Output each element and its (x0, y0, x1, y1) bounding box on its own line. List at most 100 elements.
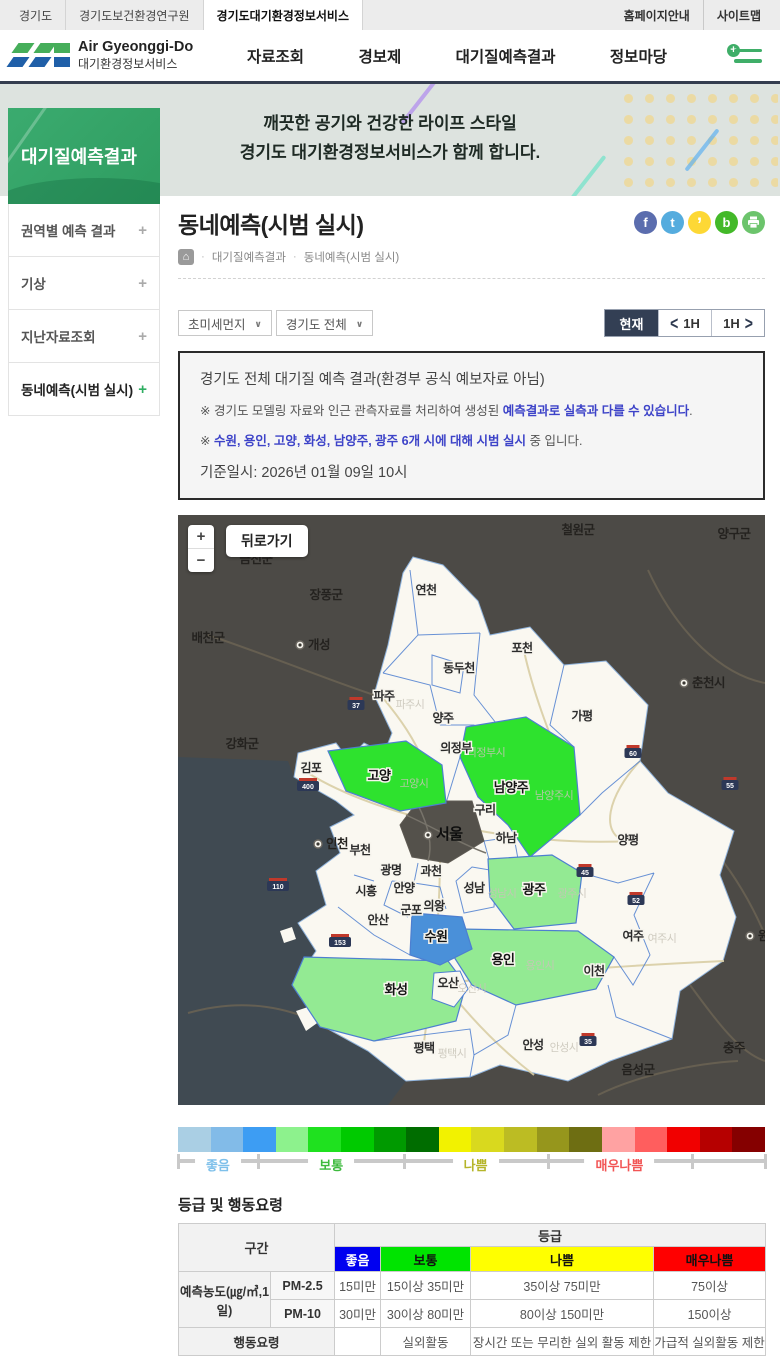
homepage-guide-link[interactable]: 홈페이지안내 (611, 0, 703, 30)
legend-color-bar (178, 1127, 765, 1152)
nav-info-plaza[interactable]: 정보마당 (600, 41, 677, 71)
map-label-평택시: 평택시 (438, 1047, 467, 1060)
expand-plus-icon[interactable]: + (138, 328, 147, 345)
grade-header: 등급 (335, 1224, 766, 1247)
sitemap-link[interactable]: 사이트맵 (703, 0, 774, 30)
legend-color-segment (178, 1127, 211, 1152)
map-label-평택: 평택 (413, 1040, 434, 1055)
kakaostory-share-icon[interactable]: ’ (688, 211, 711, 234)
map-back-button[interactable]: 뒤로가기 (226, 525, 308, 557)
map-label-안성시: 안성시 (550, 1041, 579, 1054)
nav-forecast-result[interactable]: 대기질예측결과 (446, 41, 566, 71)
legend-tick (177, 1154, 180, 1169)
pm10-bad-range: 80이상 150미만 (471, 1300, 654, 1328)
time-current-button[interactable]: 현재 (605, 310, 658, 336)
expand-plus-icon[interactable]: + (138, 275, 147, 292)
map-label-강화군: 강화군 (225, 736, 259, 751)
legend-color-segment (537, 1127, 570, 1152)
action-bad: 장시간 또는 무리한 실외 활동 제한 (471, 1328, 654, 1356)
time-next-hour-button[interactable]: 1H > (711, 310, 764, 336)
print-icon[interactable] (742, 211, 765, 234)
map-label-남양주시: 남양주시 (535, 789, 573, 802)
all-menu-button[interactable] (732, 46, 762, 66)
logo[interactable]: Air Gyeonggi-Do 대기환경정보서비스 (10, 39, 195, 73)
action-row-label: 행동요령 (179, 1328, 335, 1356)
chevron-down-icon (246, 316, 262, 330)
sidebar-item-past-data[interactable]: 지난자료조회 + (8, 309, 160, 363)
zoom-in-button[interactable]: + (188, 525, 214, 548)
pm25-moderate-range: 15이상 35미만 (381, 1272, 471, 1300)
zoom-out-button[interactable]: − (188, 548, 214, 572)
breadcrumb-item[interactable]: 대기질예측결과 (212, 249, 286, 265)
map-label-안산: 안산 (367, 912, 389, 927)
main-content: 동네예측(시범 실시) f t ’ b ⌂ · 대기질예측결과 · 동네예측(시… (178, 206, 765, 1356)
action-moderate: 실외활동 (381, 1328, 471, 1356)
map-label-과천: 과천 (420, 863, 442, 878)
legend-color-segment (374, 1127, 407, 1152)
sidebar-item-neighborhood-forecast[interactable]: 동네예측(시범 실시) + (8, 362, 160, 416)
forecast-map[interactable]: 376055455211040015335파주시고양시남양주시의정부시성남시광주… (178, 515, 765, 1105)
facebook-share-icon[interactable]: f (634, 211, 657, 234)
map-label-연천: 연천 (415, 582, 437, 597)
notice-title: 경기도 전체 대기질 예측 결과(환경부 공식 예보자료 아님) (200, 368, 743, 389)
map-label-가평: 가평 (571, 708, 592, 723)
pm10-very-bad-range: 150이상 (654, 1300, 766, 1328)
map-label-광주시: 광주시 (558, 887, 587, 900)
map-label-배천군: 배천군 (191, 630, 225, 645)
legend-color-segment (732, 1127, 765, 1152)
concentration-label: 예측농도(㎍/㎥,1일) (179, 1272, 271, 1328)
action-very-bad: 가급적 실외활동 제한 (654, 1328, 766, 1356)
sidebar-item-weather[interactable]: 기상 + (8, 256, 160, 310)
map-label-장풍군: 장풍군 (309, 587, 343, 602)
notice-line-2: ※ 수원, 용인, 고양, 화성, 남양주, 광주 6개 시에 대해 시범 실시… (200, 430, 743, 449)
map-label-충주: 충주 (723, 1040, 746, 1055)
action-good (335, 1328, 381, 1356)
map-label-하남: 하남 (495, 830, 517, 845)
map-label-부천: 부천 (349, 842, 371, 857)
legend-color-segment (439, 1127, 472, 1152)
road-shield: 400 (302, 784, 314, 791)
map-label-김포: 김포 (300, 760, 322, 775)
tab-health-env-institute[interactable]: 경기도보건환경연구원 (65, 0, 202, 30)
map-label-용인: 용인 (492, 952, 515, 967)
map-label-성남: 성남 (463, 880, 485, 895)
pm25-very-bad-range: 75이상 (654, 1272, 766, 1300)
chevron-down-icon (347, 316, 363, 330)
pollutant-select[interactable]: 초미세먼지 (178, 310, 272, 336)
grade-good: 좋음 (335, 1247, 381, 1272)
expand-plus-icon[interactable]: + (138, 381, 147, 398)
map-zoom-control: + − (188, 525, 214, 572)
legend-color-segment (406, 1127, 439, 1152)
aqi-legend: 좋음보통나쁨매우나쁨 (178, 1127, 765, 1180)
pm25-good-range: 15미만 (335, 1272, 381, 1300)
twitter-share-icon[interactable]: t (661, 211, 684, 234)
tab-air-info-service[interactable]: 경기도대기환경정보서비스 (203, 0, 363, 30)
map-label-수원: 수원 (425, 929, 448, 944)
road-shield: 45 (581, 870, 589, 877)
tab-gyeonggi[interactable]: 경기도 (6, 0, 65, 30)
pm10-moderate-range: 30이상 80미만 (381, 1300, 471, 1328)
expand-plus-icon[interactable]: + (138, 222, 147, 239)
region-select[interactable]: 경기도 전체 (276, 310, 373, 336)
map-label-철원군: 철원군 (561, 522, 595, 537)
map-label-동두천: 동두천 (443, 660, 475, 675)
map-label-양구군: 양구군 (717, 526, 751, 541)
nav-alert-system[interactable]: 경보제 (348, 41, 411, 71)
legend-color-segment (243, 1127, 276, 1152)
map-label-남양주: 남양주 (494, 780, 529, 795)
plus-menu-icon (732, 46, 762, 66)
logo-mark-icon (10, 42, 71, 68)
map-label-양평: 양평 (617, 832, 638, 847)
map-label-의정부시: 의정부시 (467, 746, 505, 759)
sidebar-item-regional-forecast[interactable]: 권역별 예측 결과 + (8, 203, 160, 257)
legend-color-segment (341, 1127, 374, 1152)
time-prev-hour-button[interactable]: < 1H (658, 310, 711, 336)
map-canvas[interactable]: 376055455211040015335파주시고양시남양주시의정부시성남시광주… (178, 515, 765, 1105)
legend-tick (547, 1154, 550, 1169)
sidebar: 권역별 예측 결과 + 기상 + 지난자료조회 + 동네예측(시범 실시) + (8, 204, 160, 416)
legend-color-segment (471, 1127, 504, 1152)
nav-data-lookup[interactable]: 자료조회 (237, 41, 314, 71)
home-icon[interactable]: ⌂ (178, 249, 194, 265)
map-label-구리: 구리 (474, 802, 495, 817)
band-share-icon[interactable]: b (715, 211, 738, 234)
